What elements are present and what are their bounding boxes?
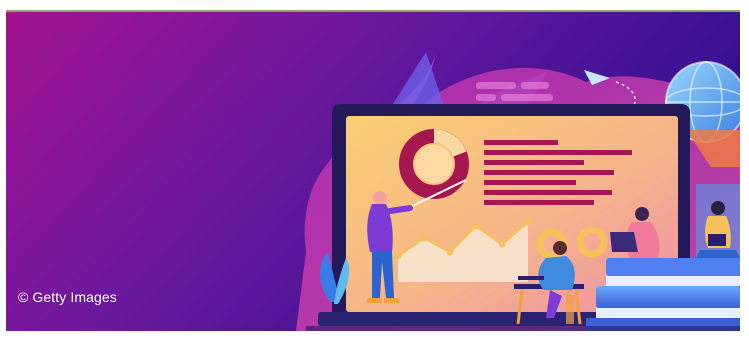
bottom-border <box>0 331 749 347</box>
image-frame: © Getty Images <box>0 0 749 347</box>
hero-illustration: © Getty Images <box>6 12 740 331</box>
illustration-svg <box>6 12 740 331</box>
top-border <box>0 0 749 10</box>
sitting-figure-right <box>696 184 740 258</box>
book-stack <box>586 258 740 331</box>
image-credit: © Getty Images <box>18 289 117 305</box>
